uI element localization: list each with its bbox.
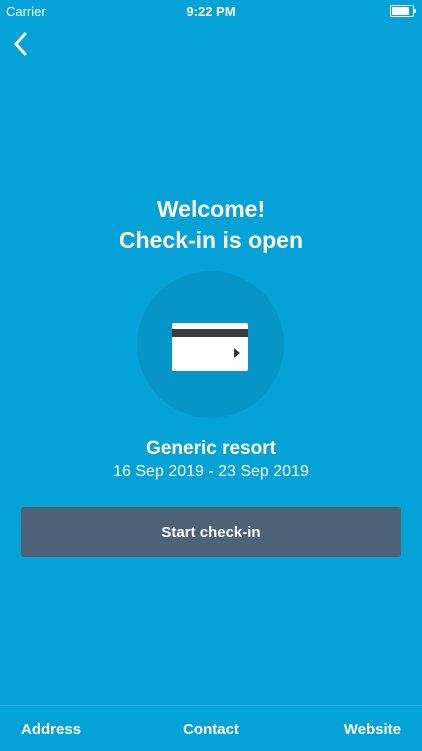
back-button[interactable]: [8, 30, 36, 58]
credit-card-icon: [172, 323, 248, 371]
resort-name: Generic resort: [146, 438, 276, 459]
chevron-left-icon: [14, 32, 27, 56]
card-icon-circle: [137, 271, 284, 418]
stay-dates: 16 Sep 2019 - 23 Sep 2019: [113, 463, 309, 480]
website-link[interactable]: Website: [344, 721, 401, 738]
status-bar: Carrier 9:22 PM: [0, 0, 422, 22]
welcome-line: Welcome!: [156, 196, 266, 222]
bottom-nav: Contact Address Website: [0, 705, 422, 751]
welcome-heading: Welcome! Check-in is open: [0, 194, 422, 256]
battery-icon: [390, 5, 416, 17]
clock: 9:22 PM: [186, 4, 236, 19]
checkin-open-line: Check-in is open: [118, 227, 304, 253]
address-link[interactable]: Address: [21, 721, 81, 738]
start-checkin-button[interactable]: Start check-in: [21, 507, 401, 557]
